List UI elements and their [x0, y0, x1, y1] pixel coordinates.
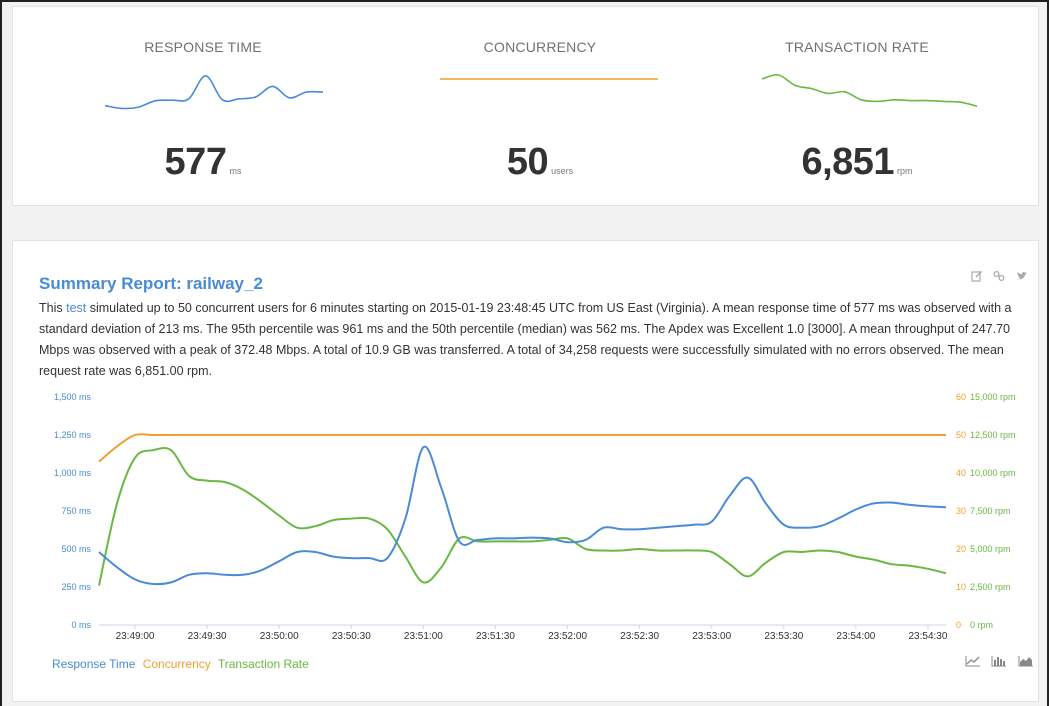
- summary-text-rest: simulated up to 50 concurrent users for …: [39, 301, 1012, 378]
- metric-value: 50 users: [390, 141, 690, 184]
- concurrency-sparkline: [439, 78, 658, 80]
- x-tick-label: 23:51:30: [476, 631, 515, 641]
- series-line-transaction-rate[interactable]: [98, 446, 947, 586]
- metric-response-time: RESPONSE TIME 577 ms: [53, 7, 353, 205]
- metric-title: RESPONSE TIME: [144, 39, 262, 55]
- x-tick-label: 23:54:00: [836, 631, 875, 641]
- y-right-tick-label: 50: [956, 430, 966, 440]
- summary-report-panel: Summary Report: railway_2 This test simu…: [12, 240, 1039, 702]
- legend-concurrency[interactable]: Concurrency: [143, 657, 211, 671]
- metrics-panel: RESPONSE TIME 577 ms CONCURRENCY 50 users …: [12, 6, 1039, 206]
- metric-number: 577: [164, 141, 227, 183]
- series-line-concurrency[interactable]: [98, 433, 946, 463]
- metric-unit: users: [551, 166, 574, 176]
- y-right2-tick-label: 10,000 rpm: [970, 468, 1016, 478]
- report-title: Summary Report: railway_2: [39, 274, 263, 293]
- window-frame-left: [0, 0, 2, 706]
- x-tick-label: 23:53:00: [692, 631, 731, 641]
- metric-title: CONCURRENCY: [483, 39, 597, 55]
- metric-transaction-rate: TRANSACTION RATE 6,851 rpm: [707, 7, 1007, 205]
- chart-legend: Response Time Concurrency Transaction Ra…: [52, 657, 313, 671]
- metric-unit: ms: [229, 166, 242, 176]
- x-tick-label: 23:52:00: [548, 631, 587, 641]
- summary-text-start: This: [39, 301, 67, 315]
- x-tick-label: 23:54:30: [909, 631, 948, 641]
- y-right-tick-label: 40: [956, 468, 966, 478]
- edit-icon[interactable]: [971, 269, 983, 282]
- y-right2-tick-label: 15,000 rpm: [970, 392, 1016, 402]
- test-link[interactable]: test: [66, 301, 86, 315]
- y-right-tick-label: 0: [956, 620, 961, 630]
- x-tick-label: 23:50:30: [332, 631, 371, 641]
- summary-line-chart: 0 ms 250 ms 500 ms 750 ms 1,000 ms 1,250 ms 1,…: [54, 392, 1016, 641]
- y-left-tick-label: 750 ms: [61, 506, 91, 516]
- x-tick-label: 23:49:30: [188, 631, 227, 641]
- y-right2-tick-label: 12,500 rpm: [970, 430, 1016, 440]
- y-right-tick-label: 10: [956, 582, 966, 592]
- metric-concurrency: CONCURRENCY 50 users: [390, 7, 690, 205]
- legend-transaction-rate[interactable]: Transaction Rate: [218, 657, 309, 671]
- y-right2-tick-label: 0 rpm: [970, 620, 993, 630]
- y-right-tick-label: 30: [956, 506, 966, 516]
- bar-chart-icon[interactable]: [991, 654, 1007, 672]
- y-right2-tick-label: 5,000 rpm: [970, 544, 1011, 554]
- y-left-tick-label: 1,500 ms: [54, 392, 92, 402]
- metric-value: 577 ms: [53, 141, 353, 184]
- y-left-tick-label: 1,000 ms: [54, 468, 92, 478]
- report-summary-text: This test simulated up to 50 concurrent …: [39, 298, 1024, 382]
- y-right2-tick-label: 7,500 rpm: [970, 506, 1011, 516]
- metric-number: 50: [506, 141, 549, 183]
- y-left-tick-label: 1,250 ms: [54, 430, 92, 440]
- x-tick-label: 23:51:00: [404, 631, 443, 641]
- x-tick-label: 23:52:30: [620, 631, 659, 641]
- sparkline-2: [761, 74, 978, 107]
- metric-value: 6,851 rpm: [707, 141, 1007, 184]
- metric-unit: rpm: [897, 166, 913, 176]
- y-left-tick-label: 250 ms: [61, 582, 91, 592]
- transaction-rate-sparkline: [761, 74, 978, 107]
- x-tick-label: 23:50:00: [260, 631, 299, 641]
- y-right-tick-label: 20: [956, 544, 966, 554]
- window-frame-top: [0, 0, 1049, 2]
- y-right-tick-label: 60: [956, 392, 966, 402]
- response-time-sparkline: [104, 74, 324, 110]
- y-right2-tick-label: 2,500 rpm: [970, 582, 1011, 592]
- report-share-icons: [965, 269, 1028, 287]
- chart-type-switcher: [959, 654, 1034, 672]
- metric-number: 6,851: [801, 141, 895, 183]
- x-tick-label: 23:53:30: [764, 631, 803, 641]
- legend-response-time[interactable]: Response Time: [52, 657, 135, 671]
- x-tick-label: 23:49:00: [116, 631, 155, 641]
- twitter-icon[interactable]: [1016, 269, 1028, 281]
- series-line-response-time[interactable]: [98, 445, 947, 586]
- link-icon[interactable]: [993, 269, 1006, 282]
- y-left-tick-label: 0 ms: [71, 620, 91, 630]
- metric-title: TRANSACTION RATE: [785, 39, 929, 55]
- y-left-tick-label: 500 ms: [61, 544, 91, 554]
- area-chart-icon[interactable]: [1018, 654, 1034, 672]
- sparkline-0: [104, 74, 324, 110]
- line-chart-icon[interactable]: [965, 654, 981, 672]
